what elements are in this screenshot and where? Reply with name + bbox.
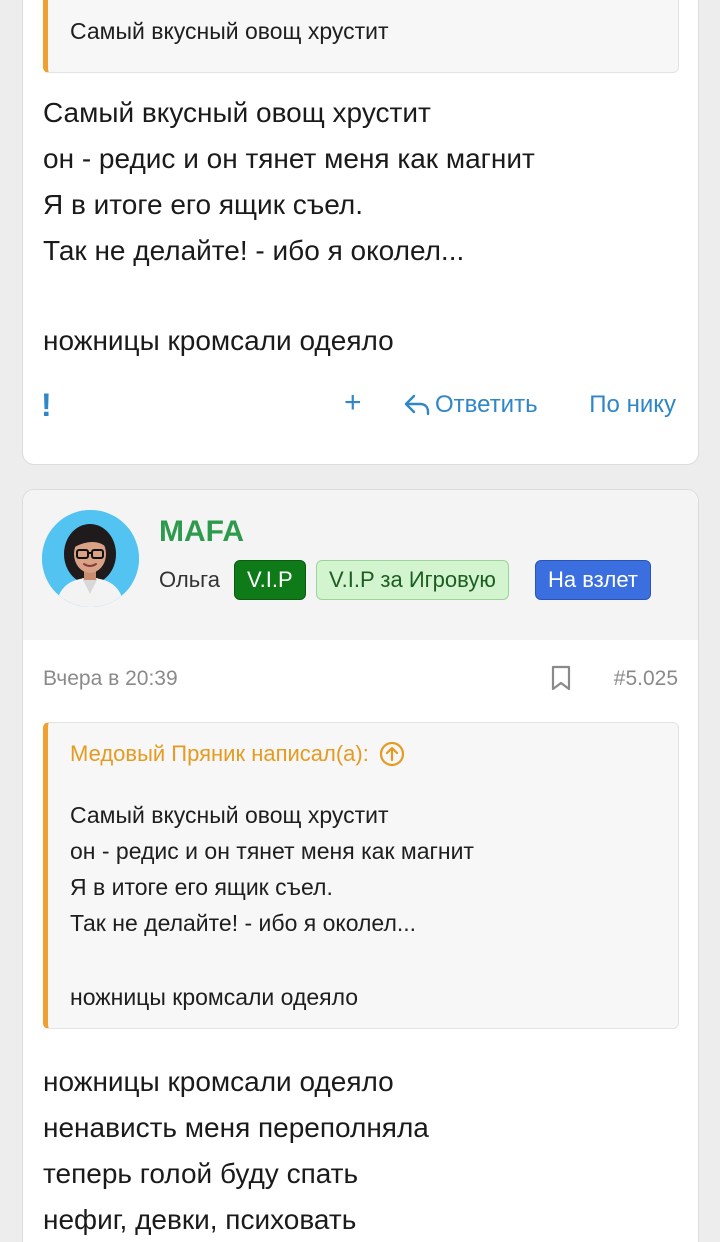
reply-label: Ответить xyxy=(435,391,538,418)
avatar[interactable] xyxy=(42,510,139,607)
add-button[interactable]: + xyxy=(344,383,362,423)
quote-blank-line xyxy=(48,941,474,979)
quote-text: Самый вкусный овощ хрустит xyxy=(70,18,389,44)
message-line: нефиг, девки, психовать xyxy=(43,1204,357,1235)
arrow-up-circle-icon[interactable] xyxy=(379,741,405,767)
message-body: ножницы кромсали одеяло ненависть меня п… xyxy=(43,1059,429,1242)
message-line: Я в итоге его ящик съел. xyxy=(43,189,363,220)
message-body: Самый вкусный овощ хрустит он - редис и … xyxy=(43,90,535,364)
quote-line: Так не делайте! - ибо я околел... xyxy=(70,910,417,936)
message-line: ножницы кромсали одеяло xyxy=(43,325,394,356)
badge-takeoff: На взлет xyxy=(535,560,651,600)
by-nick-button[interactable]: По нику xyxy=(589,385,676,425)
quote-line: он - редис и он тянет меня как магнит xyxy=(70,838,474,864)
bookmark-icon[interactable] xyxy=(550,665,572,696)
avatar-image xyxy=(42,510,139,607)
post-card: Самый вкусный овощ хрустит Самый вкусный… xyxy=(22,0,699,465)
badge-vip-game: V.I.P за Игровую xyxy=(316,560,509,600)
reply-button[interactable]: Ответить xyxy=(403,385,538,425)
post-card: MAFA Ольга V.I.P V.I.P за Игровую На взл… xyxy=(22,489,699,1242)
report-button[interactable]: ! xyxy=(41,385,52,425)
quote-block: Самый вкусный овощ хрустит xyxy=(43,0,679,73)
quote-block: Медовый Пряник написал(а): Самый вкусный… xyxy=(43,722,679,1029)
quote-line: Самый вкусный овощ хрустит xyxy=(70,802,389,828)
quote-author-link[interactable]: Медовый Пряник написал(а): xyxy=(70,738,405,770)
post-number-link[interactable]: #5.025 xyxy=(614,664,678,694)
username-link[interactable]: MAFA xyxy=(159,514,244,550)
post-actions: ! + Ответить По нику xyxy=(23,385,698,429)
user-header: MAFA Ольга V.I.P V.I.P за Игровую На взл… xyxy=(23,490,698,640)
quote-body: Самый вкусный овощ хрустит он - редис и … xyxy=(48,797,474,1015)
reply-arrow-icon xyxy=(404,394,430,416)
message-line: ненависть меня переполняла xyxy=(43,1112,429,1143)
quote-author: Медовый Пряник написал(а): xyxy=(70,741,369,766)
message-line: теперь голой буду спать xyxy=(43,1158,359,1189)
post-date[interactable]: Вчера в 20:39 xyxy=(43,664,178,694)
quote-line: ножницы кромсали одеяло xyxy=(70,984,359,1010)
message-line: Самый вкусный овощ хрустит xyxy=(43,97,431,128)
message-line: он - редис и он тянет меня как магнит xyxy=(43,143,535,174)
message-line: ножницы кромсали одеяло xyxy=(43,1066,394,1097)
user-title: Ольга xyxy=(159,567,220,592)
quote-line: Я в итоге его ящик съел. xyxy=(70,874,333,900)
badge-vip: V.I.P xyxy=(234,560,306,600)
message-line: Так не делайте! - ибо я околел... xyxy=(43,235,465,266)
